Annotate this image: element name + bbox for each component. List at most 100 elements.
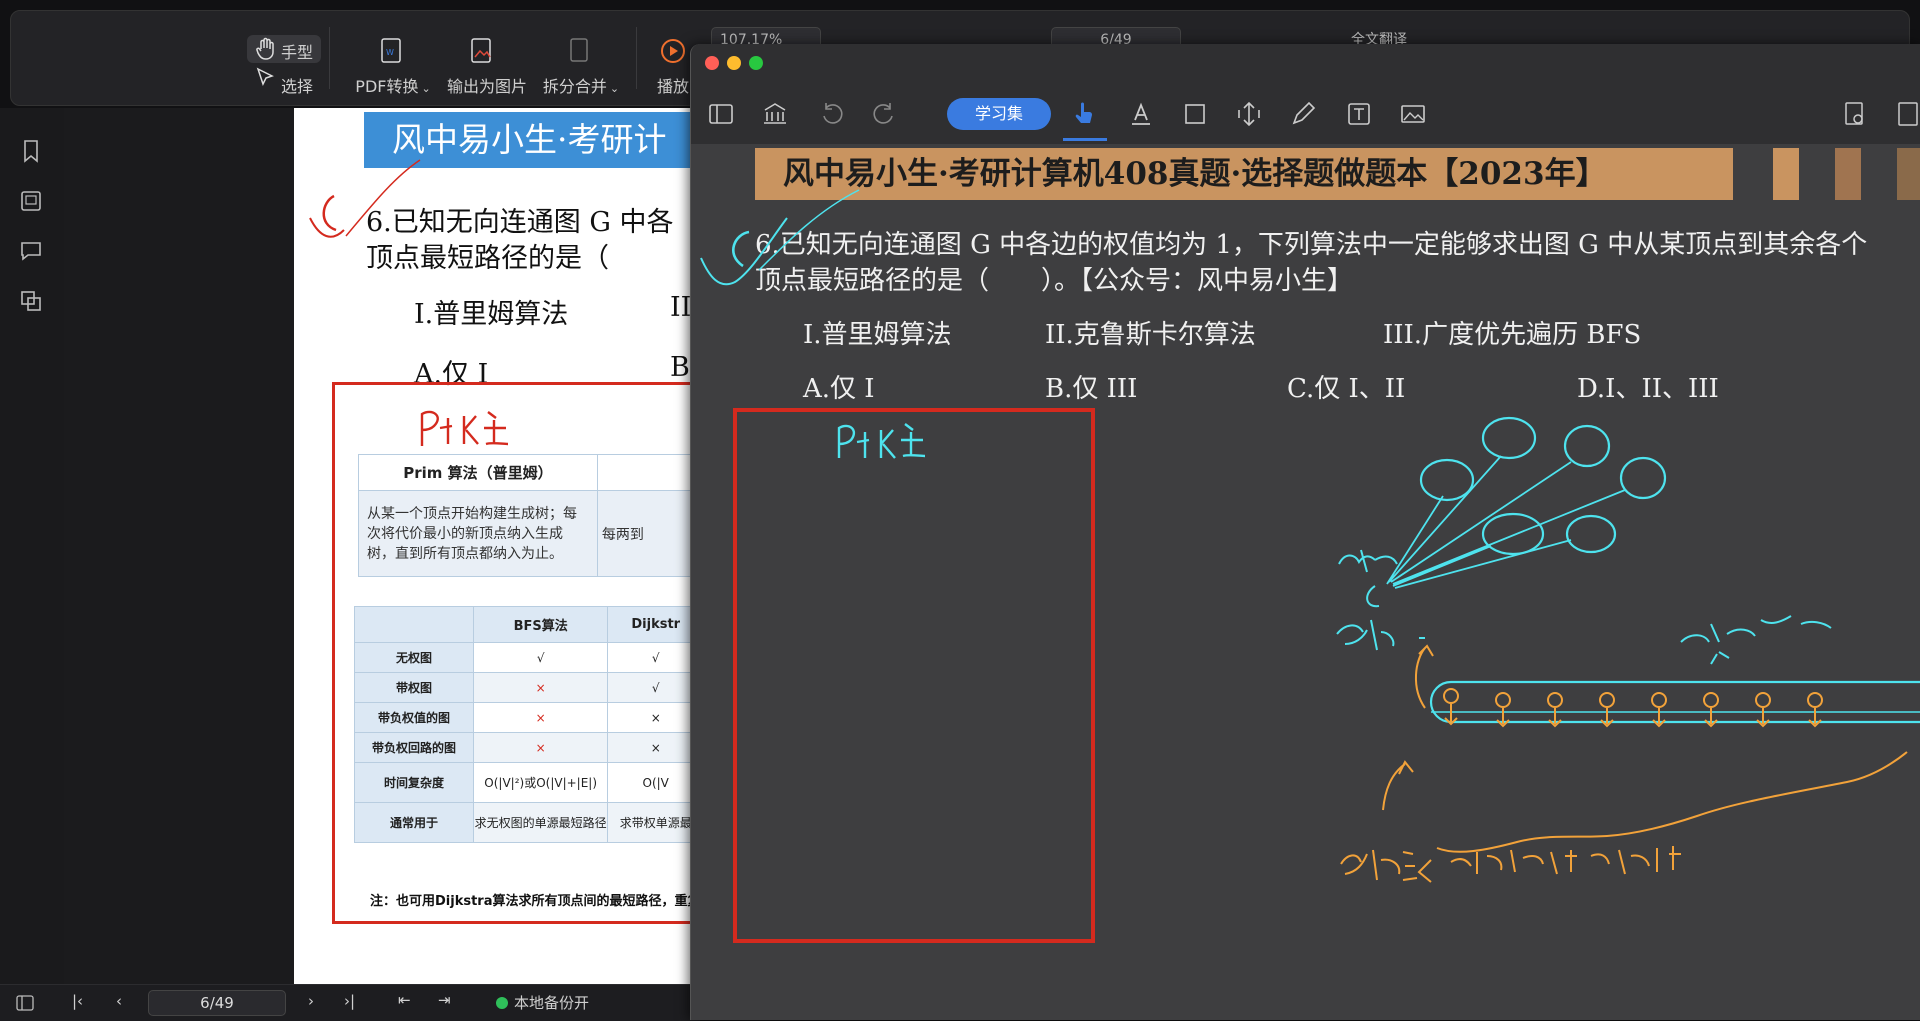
redo-icon[interactable]: [871, 100, 899, 128]
textbox-icon[interactable]: [1345, 100, 1373, 128]
table-row-label: 带权图: [354, 672, 474, 703]
table-cell-bfs: ×: [472, 732, 609, 763]
table-cell-bfs: ×: [472, 672, 609, 703]
front-option-iii: III.广度优先遍历 BFS: [1383, 320, 1642, 350]
front-toolbar: 学习集: [691, 82, 1920, 145]
front-option-ii: II.克鲁斯卡尔算法: [1045, 320, 1256, 350]
bfs-dijkstra-table: BFS算法 Dijkstr 无权图 √ √ 带权图 × √ 带负权值的图 × × 带负权回路的图 ×…: [354, 606, 694, 843]
back-sidebar-rail: [0, 108, 65, 984]
status-page-input[interactable]: 6/49: [148, 990, 286, 1016]
library-icon[interactable]: [761, 100, 789, 128]
prim-table-side: 每两到: [596, 490, 694, 577]
table-cell-dijkstra: ×: [607, 702, 694, 733]
pdf-convert-button[interactable]: PDF转换 ⌄: [347, 73, 439, 97]
close-window-button[interactable]: [705, 56, 719, 70]
table-cell-bfs: √: [472, 642, 609, 673]
table-cell-dijkstra: 求带权单源最: [607, 802, 694, 843]
front-titlebar: [691, 44, 1920, 82]
table-cell-bfs: 求无权图的单源最短路径: [472, 802, 609, 843]
pen-icon[interactable]: [1289, 100, 1317, 128]
front-page-banner: 风中易小生·考研计算机408真题·选择题做题本【2023年】: [755, 148, 1733, 200]
crop-icon[interactable]: [1181, 100, 1209, 128]
table-cell-dijkstra: ×: [607, 732, 694, 763]
bfs-column-header: BFS算法: [472, 606, 609, 643]
prim-table-header: Prim 算法（普里姆）: [358, 454, 598, 491]
table-row-label: 带负权值的图: [354, 702, 474, 733]
first-page-icon[interactable]: |‹: [72, 992, 83, 1010]
backup-status-label[interactable]: 本地备份开: [514, 992, 589, 1013]
front-answer-b: B.仅 III: [1045, 374, 1138, 404]
banner-stripe: [1835, 148, 1861, 200]
pdf-convert-icon: W: [381, 38, 401, 63]
table-row-label: 通常用于: [354, 802, 474, 843]
front-option-i: I.普里姆算法: [803, 320, 952, 350]
table-row: 带负权值的图 × ×: [354, 702, 694, 733]
table-row-label: 无权图: [354, 642, 474, 673]
fit-width-icon[interactable]: ⇤: [398, 991, 411, 1009]
front-prim-handwriting: [837, 423, 926, 459]
prim-table: Prim 算法（普里姆） 从某一个顶点开始构建生成树；每次将代价最小的新顶点纳入…: [358, 454, 694, 577]
table-row: 时间复杂度 O(|V|²)或O(|V|+|E|) O(|V: [354, 762, 694, 803]
active-tool-indicator: [1063, 138, 1107, 141]
play-button[interactable]: 播放: [651, 73, 695, 97]
back-pdf-page: 风中易小生·考研计 6.已知无向连通图 G 中各 顶点最短路径的是（ I.普里姆…: [294, 108, 694, 984]
table-cell-dijkstra: √: [607, 642, 694, 673]
image-export-icon: [471, 38, 491, 63]
hand-icon: [256, 37, 274, 60]
comment-icon[interactable]: [18, 238, 44, 264]
back-handwriting-mark: [309, 159, 421, 238]
table-cell-dijkstra: √: [607, 672, 694, 703]
table-row: 无权图 √ √: [354, 642, 694, 673]
minimize-window-button[interactable]: [727, 56, 741, 70]
front-question-line1: 6.已知无向连通图 G 中各边的权值均为 1，下列算法中一定能够求出图 G 中从…: [755, 230, 1868, 260]
thumbnail-icon[interactable]: [18, 188, 44, 214]
resize-icon[interactable]: [1235, 100, 1263, 128]
front-window: 学习集 风中易小生·考研计算机408真题·选择题做题本【2023年】 6.已知无…: [690, 44, 1920, 1020]
back-prim-handwriting: [420, 410, 509, 446]
reader-mode-icon[interactable]: [1895, 100, 1920, 128]
svg-text:W: W: [386, 48, 394, 57]
prim-table-desc: 从某一个顶点开始构建生成树；每次将代价最小的新顶点纳入生成树，直到所有顶点都纳入…: [358, 490, 598, 577]
last-page-icon[interactable]: ›|: [344, 992, 355, 1010]
front-annotation-box: [733, 408, 1095, 943]
text-highlight-icon[interactable]: [1127, 100, 1155, 128]
banner-stripe: [1897, 148, 1920, 200]
sidebar-toggle-icon[interactable]: [16, 995, 34, 1011]
zoom-window-button[interactable]: [749, 56, 763, 70]
search-doc-icon[interactable]: [1841, 100, 1869, 128]
select-tool-label[interactable]: 选择: [281, 73, 313, 97]
export-image-button[interactable]: 输出为图片: [441, 73, 533, 97]
table-row: 带负权回路的图 × ×: [354, 732, 694, 763]
front-answer-a: A.仅 I: [803, 374, 875, 404]
cursor-icon: [256, 67, 274, 86]
front-document-page: 风中易小生·考研计算机408真题·选择题做题本【2023年】 6.已知无向连通图…: [691, 144, 1920, 1020]
handwritten-diagram: [1336, 416, 1920, 883]
prev-page-icon[interactable]: ‹: [116, 992, 122, 1010]
back-status-bar: |‹ ‹ 6/49 › ›| ⇤ ⇥ 本地备份开: [0, 984, 700, 1021]
table-cell-bfs: O(|V|²)或O(|V|+|E|): [472, 762, 609, 803]
undo-icon[interactable]: [817, 100, 845, 128]
next-page-icon[interactable]: ›: [308, 992, 314, 1010]
table-cell-bfs: ×: [472, 702, 609, 733]
backup-status-dot: [496, 997, 508, 1009]
back-page-note: 注：也可用Dijkstra算法求所有顶点间的最短路径，重复|V|: [370, 894, 694, 909]
table-row: 带权图 × √: [354, 672, 694, 703]
banner-stripe: [1773, 148, 1799, 200]
bookmark-icon[interactable]: [18, 138, 44, 164]
study-set-button[interactable]: 学习集: [947, 98, 1051, 130]
table-row-label: 时间复杂度: [354, 762, 474, 803]
table-cell-dijkstra: O(|V: [607, 762, 694, 803]
split-icon: [570, 38, 588, 62]
dijkstra-column-header: Dijkstr: [607, 606, 694, 643]
front-answer-handwriting: [700, 189, 860, 286]
play-icon: [661, 39, 685, 63]
fit-page-icon[interactable]: ⇥: [438, 991, 451, 1009]
copy-icon[interactable]: [18, 288, 44, 314]
table-row: 通常用于 求无权图的单源最短路径 求带权单源最: [354, 802, 694, 843]
split-merge-button[interactable]: 拆分合并 ⌄: [535, 73, 627, 97]
table-row-label: 带负权回路的图: [354, 732, 474, 763]
image-icon[interactable]: [1399, 100, 1427, 128]
pointer-icon[interactable]: [1071, 100, 1099, 128]
sidebar-icon[interactable]: [707, 100, 735, 128]
hand-tool-label[interactable]: 手型: [281, 39, 313, 63]
